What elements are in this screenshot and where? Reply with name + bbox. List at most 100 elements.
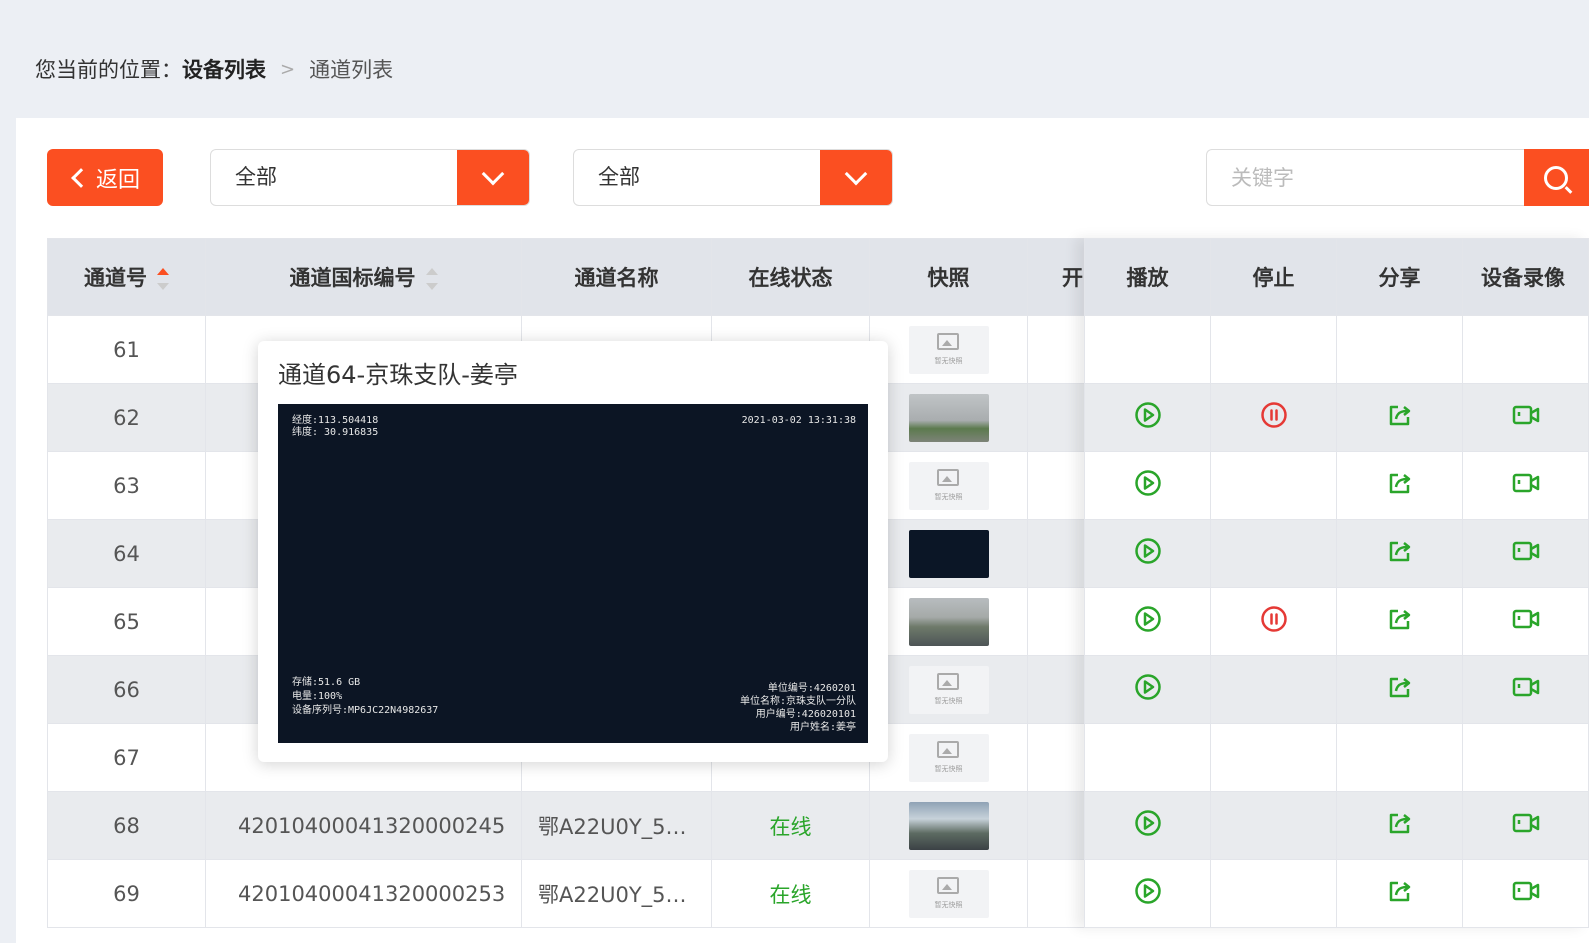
share-icon[interactable] <box>1386 401 1414 434</box>
cell-record <box>1462 723 1589 792</box>
cell-share <box>1336 587 1463 656</box>
cell-channel-no: 66 <box>47 655 206 724</box>
col-header-share: 分享 <box>1336 238 1463 316</box>
col-header-channel-no[interactable]: 通道号 <box>47 238 206 316</box>
breadcrumb: 您当前的位置： 设备列表 > 通道列表 <box>35 54 393 84</box>
snapshot-placeholder[interactable]: 暂无快照 <box>908 733 989 782</box>
action-row <box>1084 451 1589 520</box>
cell-stop <box>1210 451 1337 520</box>
play-icon[interactable] <box>1134 809 1162 842</box>
action-row <box>1084 315 1589 384</box>
snapshot-thumbnail[interactable] <box>908 801 989 850</box>
cell-channel-no: 62 <box>47 383 206 452</box>
cell-record <box>1462 315 1589 384</box>
share-icon[interactable] <box>1386 809 1414 842</box>
col-header-name: 通道名称 <box>521 238 712 316</box>
cell-play <box>1084 655 1211 724</box>
cell-record <box>1462 451 1589 520</box>
image-icon <box>936 468 959 486</box>
filter-select-1[interactable]: 全部 <box>210 149 530 206</box>
snapshot-placeholder[interactable]: 暂无快照 <box>908 665 989 714</box>
cell-stop <box>1210 791 1337 860</box>
image-icon <box>936 672 959 690</box>
cell-snapshot <box>869 791 1028 860</box>
search-input[interactable] <box>1206 149 1524 206</box>
snapshot-placeholder[interactable]: 暂无快照 <box>908 325 989 374</box>
filter-select-2[interactable]: 全部 <box>573 149 893 206</box>
cell-record <box>1462 587 1589 656</box>
snapshot-preview-popup: 通道64-京珠支队-姜亭 经度:113.504418 纬度: 30.916835… <box>258 341 888 762</box>
play-icon[interactable] <box>1134 877 1162 910</box>
cell-play <box>1084 383 1211 452</box>
breadcrumb-prefix: 您当前的位置： <box>35 58 182 82</box>
cell-channel-no: 64 <box>47 519 206 588</box>
share-icon[interactable] <box>1386 605 1414 638</box>
action-row <box>1084 519 1589 588</box>
col-header-stop: 停止 <box>1210 238 1337 316</box>
video-record-icon[interactable] <box>1511 674 1541 705</box>
video-record-icon[interactable] <box>1511 810 1541 841</box>
chevron-down-icon[interactable] <box>457 150 529 205</box>
breadcrumb-device-list[interactable]: 设备列表 <box>182 54 266 84</box>
sort-icon[interactable] <box>425 268 438 290</box>
cell-share <box>1336 451 1463 520</box>
image-icon <box>936 876 959 894</box>
col-header-gb-code[interactable]: 通道国标编号 <box>205 238 522 316</box>
video-record-icon[interactable] <box>1511 402 1541 433</box>
cell-play <box>1084 859 1211 928</box>
overlay-lat: 纬度: 30.916835 <box>292 427 379 438</box>
play-icon[interactable] <box>1134 605 1162 638</box>
share-icon[interactable] <box>1386 877 1414 910</box>
play-icon[interactable] <box>1134 537 1162 570</box>
cell-snapshot: 暂无快照 <box>869 315 1028 384</box>
action-row <box>1084 655 1589 724</box>
play-icon[interactable] <box>1134 401 1162 434</box>
play-icon[interactable] <box>1134 673 1162 706</box>
filter-select-1-value: 全部 <box>235 165 277 189</box>
snapshot-thumbnail[interactable] <box>908 529 989 578</box>
chevron-left-icon <box>71 167 91 188</box>
cell-play <box>1084 315 1211 384</box>
video-record-icon[interactable] <box>1511 606 1541 637</box>
table-row: 68 42010400041320000245 鄂A22U0Y_5… 在线 <box>47 791 1108 860</box>
cell-share <box>1336 723 1463 792</box>
cell-snapshot: 暂无快照 <box>869 723 1028 792</box>
cell-channel-name: 鄂A22U0Y_5… <box>521 859 712 928</box>
col-header-label: 通道号 <box>84 266 147 290</box>
cell-snapshot <box>869 383 1028 452</box>
back-button[interactable]: 返回 <box>47 149 163 206</box>
play-icon[interactable] <box>1134 469 1162 502</box>
snapshot-placeholder[interactable]: 暂无快照 <box>908 869 989 918</box>
share-icon[interactable] <box>1386 673 1414 706</box>
cell-record <box>1462 859 1589 928</box>
video-record-icon[interactable] <box>1511 878 1541 909</box>
share-icon[interactable] <box>1386 469 1414 502</box>
cell-record <box>1462 519 1589 588</box>
cell-play <box>1084 587 1211 656</box>
cell-stop <box>1210 859 1337 928</box>
video-record-icon[interactable] <box>1511 470 1541 501</box>
cell-gb-code: 42010400041320000245 <box>205 791 522 860</box>
video-record-icon[interactable] <box>1511 538 1541 569</box>
cell-gb-code: 42010400041320000253 <box>205 859 522 928</box>
snapshot-placeholder[interactable]: 暂无快照 <box>908 461 989 510</box>
cell-stop <box>1210 315 1337 384</box>
share-icon[interactable] <box>1386 537 1414 570</box>
chevron-down-icon[interactable] <box>820 150 892 205</box>
stop-icon[interactable] <box>1260 401 1288 434</box>
cell-play <box>1084 723 1211 792</box>
cell-play <box>1084 451 1211 520</box>
cell-snapshot: 暂无快照 <box>869 859 1028 928</box>
snapshot-thumbnail[interactable] <box>908 393 989 442</box>
cell-play <box>1084 519 1211 588</box>
snapshot-thumbnail[interactable] <box>908 597 989 646</box>
sort-icon[interactable] <box>157 268 169 290</box>
cell-status: 在线 <box>711 859 870 928</box>
cell-stop <box>1210 383 1337 452</box>
col-header-snapshot: 快照 <box>869 238 1028 316</box>
chevron-right-icon: > <box>280 58 296 80</box>
back-button-label: 返回 <box>95 167 140 193</box>
search-button[interactable] <box>1524 149 1589 206</box>
overlay-datetime: 2021-03-02 13:31:38 <box>741 415 856 426</box>
stop-icon[interactable] <box>1260 605 1288 638</box>
